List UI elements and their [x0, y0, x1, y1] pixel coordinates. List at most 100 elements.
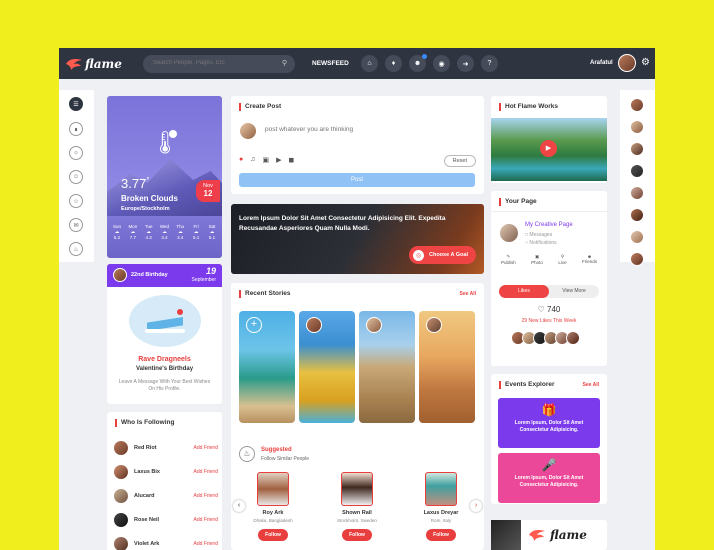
- bell-icon[interactable]: ♦: [385, 55, 402, 72]
- weather-condition: Broken Clouds: [121, 194, 178, 203]
- image-icon[interactable]: ▣: [262, 156, 269, 164]
- person-name[interactable]: Alucard: [134, 493, 194, 499]
- story-card[interactable]: [359, 311, 415, 423]
- publish-action[interactable]: ✎ Publish: [501, 254, 516, 265]
- story-card[interactable]: [299, 311, 355, 423]
- heart-icon: ♡: [537, 305, 548, 314]
- date-day: 12: [203, 189, 213, 198]
- menu-icon[interactable]: ☰: [69, 97, 83, 111]
- page-notifications[interactable]: ○ Notifications: [525, 240, 557, 246]
- search-input[interactable]: [153, 60, 273, 66]
- section-title: Recent Stories: [239, 290, 291, 298]
- app-logo[interactable]: flame: [65, 55, 122, 73]
- story-avatar: [306, 317, 322, 333]
- live-action[interactable]: ⚲ Live: [558, 254, 566, 265]
- add-story-card[interactable]: +: [239, 311, 295, 423]
- avatar[interactable]: [113, 536, 129, 550]
- add-friend-button[interactable]: Add Friend: [194, 445, 218, 451]
- suggested-photo[interactable]: [425, 472, 457, 506]
- home-icon[interactable]: ⌂: [361, 55, 378, 72]
- add-friend-button[interactable]: Add Friend: [194, 517, 218, 523]
- user-icon[interactable]: ☺: [69, 170, 83, 184]
- section-title: Create Post: [239, 103, 281, 111]
- event-item[interactable]: 🎤 Lorem Ipsum, Dolor Sit Amet Consectetu…: [498, 453, 600, 503]
- video-icon[interactable]: ▶: [276, 156, 281, 164]
- follow-button[interactable]: Follow: [426, 529, 456, 541]
- follow-button[interactable]: Follow: [258, 529, 288, 541]
- next-arrow-icon[interactable]: ›: [470, 500, 482, 512]
- create-post-card: Create Post ● ♫ ▣ ▶ ◼ Reset Post: [231, 96, 484, 194]
- person-name[interactable]: Laxus Bix: [134, 469, 194, 475]
- post-button[interactable]: Post: [239, 173, 475, 187]
- left-sidebar: ☰ ∎ ☼ ☺ ☆ ✉ ♨: [59, 90, 94, 262]
- contact-avatar[interactable]: [630, 230, 644, 244]
- avatar[interactable]: [113, 512, 129, 528]
- suggested-name[interactable]: Roy Ark: [243, 510, 303, 516]
- search-box[interactable]: ⚲: [143, 55, 295, 73]
- avatar[interactable]: [113, 464, 129, 480]
- contact-avatar[interactable]: [630, 186, 644, 200]
- contact-avatar[interactable]: [630, 164, 644, 178]
- help-icon[interactable]: ?: [481, 55, 498, 72]
- location-icon[interactable]: ●: [239, 156, 243, 164]
- choose-goal-button[interactable]: ◎ Choose A Goal: [408, 246, 476, 264]
- suggested-name[interactable]: Laxus Dreyar: [411, 510, 471, 516]
- username[interactable]: Arafatul: [590, 60, 613, 66]
- suggested-person: Laxus Dreyar Rom, Italy Follow: [411, 472, 471, 541]
- suggested-photo[interactable]: [341, 472, 373, 506]
- suggested-name[interactable]: Shown Rail: [327, 510, 387, 516]
- page-messages[interactable]: □ Messages: [525, 232, 552, 238]
- liker-avatar[interactable]: [566, 331, 580, 345]
- story-card[interactable]: [419, 311, 475, 423]
- star-icon[interactable]: ☆: [69, 194, 83, 208]
- contact-avatar[interactable]: [630, 208, 644, 222]
- search-icon[interactable]: ⚲: [282, 59, 287, 67]
- newsfeed-link[interactable]: NEWSFEED: [312, 60, 349, 67]
- play-icon[interactable]: ▶: [540, 140, 557, 157]
- person-name[interactable]: Violet Ark: [134, 541, 194, 547]
- photo-action[interactable]: ▣ Photo: [531, 254, 543, 265]
- see-all-link[interactable]: See All: [460, 291, 477, 297]
- person-name[interactable]: Rose Neil: [134, 517, 194, 523]
- brand-logo[interactable]: flame: [527, 528, 587, 542]
- user-avatar[interactable]: [618, 54, 636, 72]
- birthday-avatar[interactable]: [113, 268, 127, 282]
- bell-icon[interactable]: ♨: [69, 242, 83, 256]
- add-friend-button[interactable]: Add Friend: [194, 541, 218, 547]
- contact-avatar[interactable]: [630, 120, 644, 134]
- contact-avatar[interactable]: [630, 252, 644, 266]
- see-all-link[interactable]: See All: [583, 382, 600, 388]
- music-icon[interactable]: ♫: [250, 156, 255, 164]
- event-item[interactable]: 🎁 Lorem Ipsum, Dolor Sit Amet Consectetu…: [498, 398, 600, 448]
- mail-icon[interactable]: ✉: [69, 218, 83, 232]
- rss-icon[interactable]: ∎: [69, 122, 83, 136]
- camera-icon[interactable]: ◼: [289, 156, 295, 164]
- gear-icon[interactable]: ⚙: [641, 57, 650, 68]
- fingerprint-icon[interactable]: ☼: [69, 146, 83, 160]
- post-input[interactable]: [265, 126, 465, 133]
- view-more-tab[interactable]: View More: [549, 285, 599, 298]
- contact-avatar[interactable]: [630, 142, 644, 156]
- avatar[interactable]: [113, 440, 129, 456]
- person-name[interactable]: Red Riot: [134, 445, 194, 451]
- video-thumbnail[interactable]: ▶: [491, 118, 607, 181]
- suggested-location: Stockholm, Sweden: [337, 518, 377, 523]
- logout-icon[interactable]: ➜: [457, 55, 474, 72]
- follow-button[interactable]: Follow: [342, 529, 372, 541]
- add-icon[interactable]: +: [246, 317, 262, 333]
- contact-avatar[interactable]: [630, 98, 644, 112]
- user-avatar: [239, 122, 257, 140]
- likes-tab[interactable]: Likes: [499, 285, 549, 298]
- page-name[interactable]: My Creative Page: [525, 222, 573, 228]
- play-icon[interactable]: [169, 130, 177, 138]
- globe-icon[interactable]: ◉: [433, 55, 450, 72]
- add-friend-button[interactable]: Add Friend: [194, 493, 218, 499]
- reset-button[interactable]: Reset: [443, 155, 476, 167]
- avatar[interactable]: [113, 488, 129, 504]
- page-avatar[interactable]: [499, 223, 519, 243]
- likers-avatars: [511, 331, 580, 345]
- user-add-icon[interactable]: ☻: [409, 54, 427, 72]
- friends-action[interactable]: ☻ Friends: [582, 254, 597, 265]
- suggested-photo[interactable]: [257, 472, 289, 506]
- add-friend-button[interactable]: Add Friend: [194, 469, 218, 475]
